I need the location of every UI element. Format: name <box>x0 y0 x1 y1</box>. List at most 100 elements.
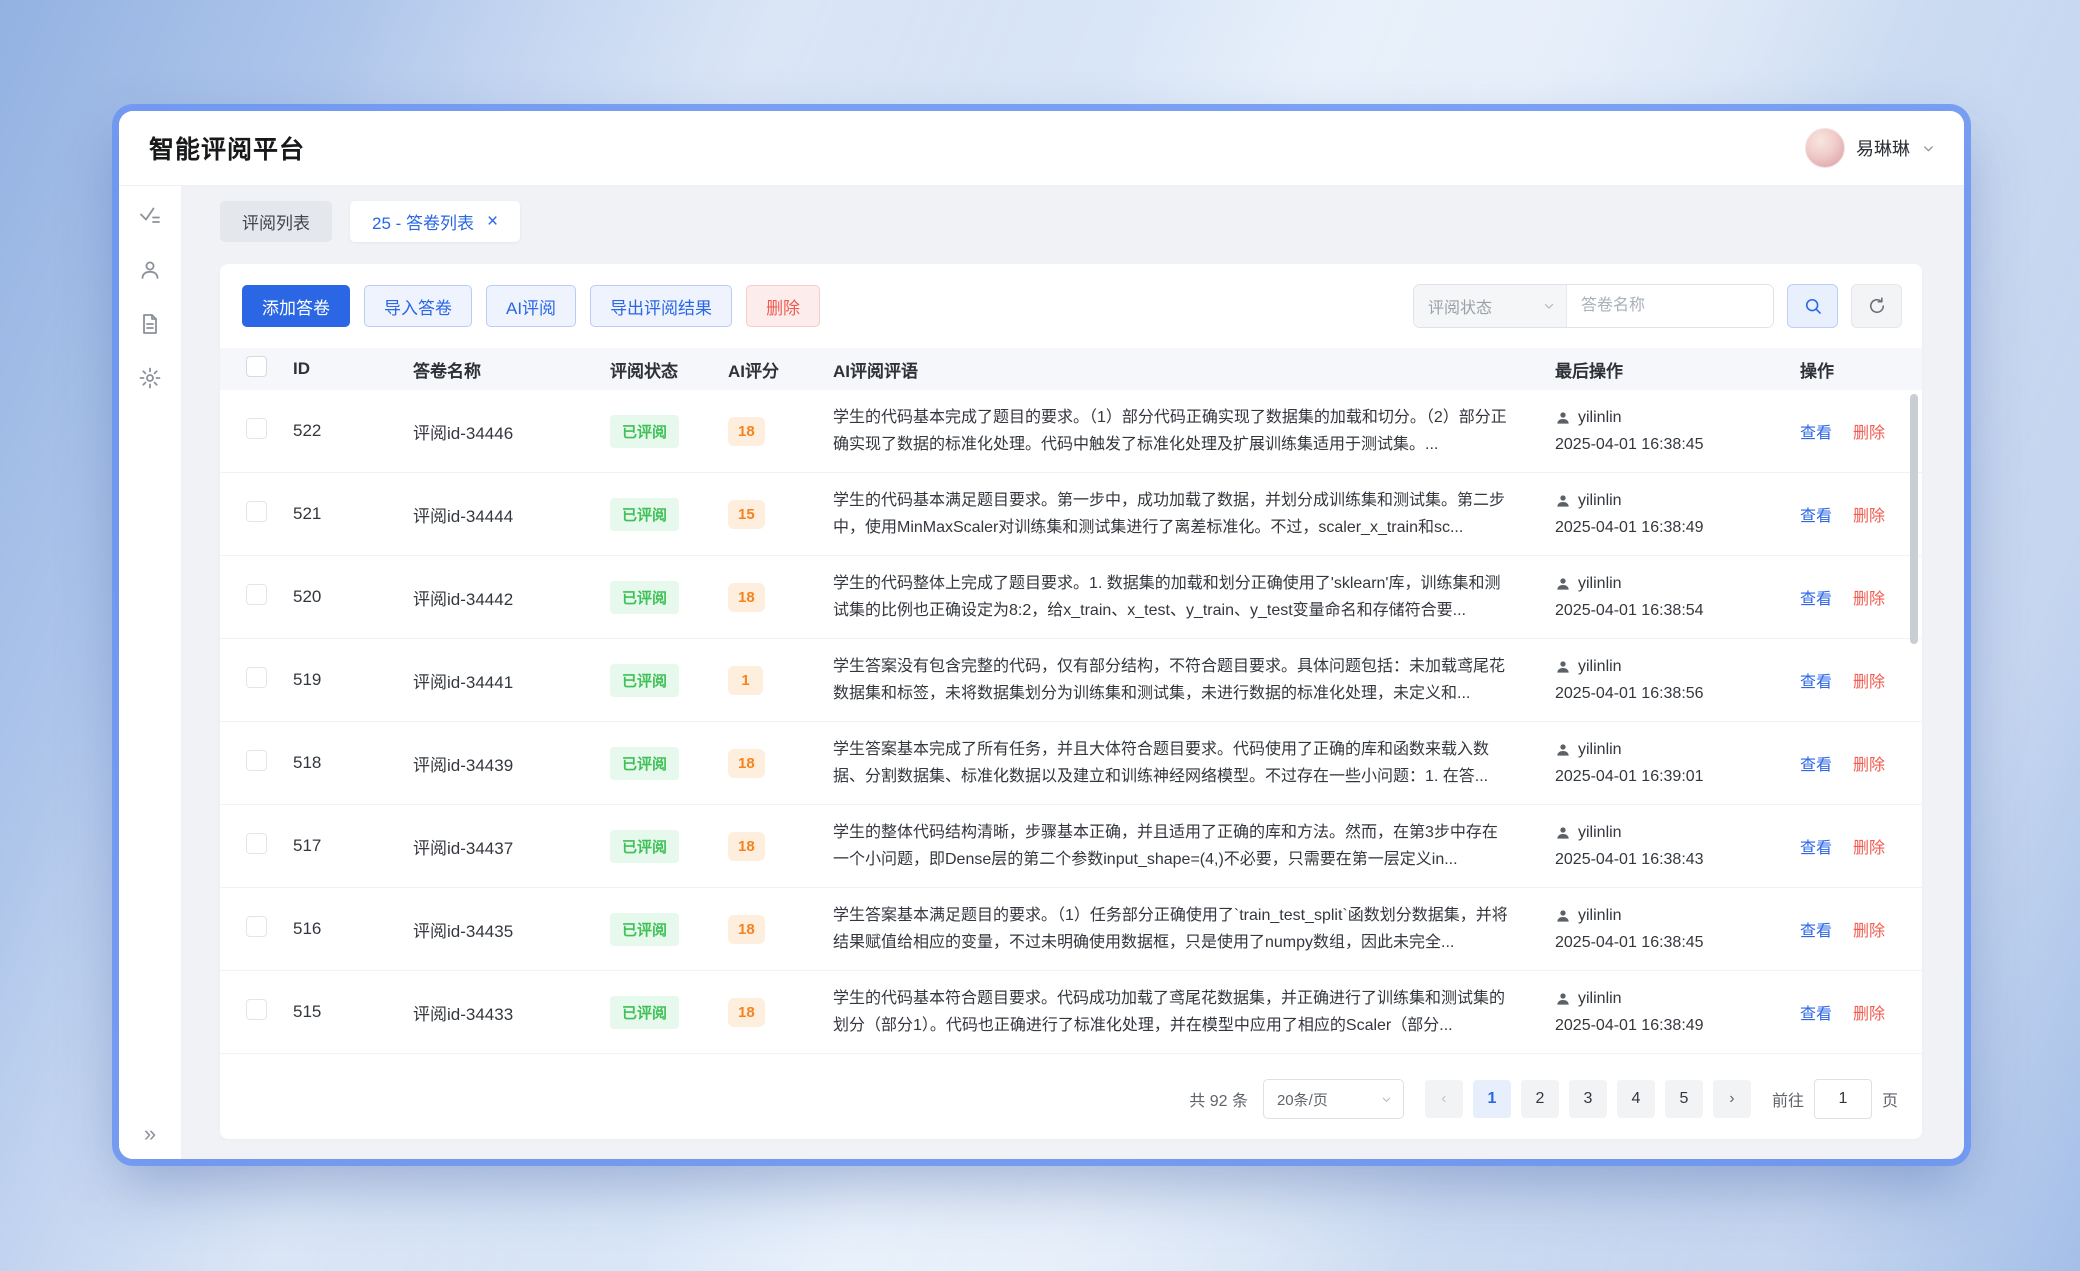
view-link[interactable]: 查看 <box>1800 591 1832 608</box>
delete-link[interactable]: 删除 <box>1853 840 1885 857</box>
row-checkbox[interactable] <box>246 750 267 771</box>
operator: yilinlin <box>1555 404 1792 431</box>
table-scrollbar <box>1910 394 1918 1048</box>
ai-comment: 学生的整体代码结构清晰，步骤基本正确，并且适用了正确的库和方法。然而，在第3步中… <box>833 819 1513 873</box>
page-button-4[interactable]: 4 <box>1617 1080 1655 1118</box>
row-name: 评阅id-34433 <box>413 1005 513 1024</box>
row-id: 516 <box>293 919 321 938</box>
table-row: 516评阅id-34435已评阅18学生答案基本满足题目的要求。（1）任务部分正… <box>220 888 1922 971</box>
next-page-icon[interactable]: › <box>1713 1080 1751 1118</box>
delete-link[interactable]: 删除 <box>1853 923 1885 940</box>
name-search-input[interactable] <box>1567 285 1773 327</box>
review-list-icon[interactable] <box>138 204 162 228</box>
sidebar-icons <box>138 204 162 390</box>
page-size-select[interactable]: 20条/页 <box>1263 1079 1404 1119</box>
row-id: 517 <box>293 836 321 855</box>
user-icon <box>1555 825 1571 841</box>
toolbar-button-1[interactable]: 添加答卷 <box>242 285 350 327</box>
user-name: 易琳琳 <box>1856 135 1910 161</box>
close-icon[interactable]: × <box>487 212 498 231</box>
status-badge: 已评阅 <box>610 913 679 946</box>
tab-1[interactable]: 评阅列表 <box>220 201 332 242</box>
operation-time: 2025-04-01 16:38:43 <box>1555 846 1792 873</box>
view-link[interactable]: 查看 <box>1800 1006 1832 1023</box>
row-checkbox[interactable] <box>246 418 267 439</box>
view-link[interactable]: 查看 <box>1800 840 1832 857</box>
column-header: 最后操作 <box>1547 357 1792 382</box>
toolbar-button-3[interactable]: AI评阅 <box>486 285 576 327</box>
score-badge: 18 <box>728 998 765 1027</box>
operator-name: yilinlin <box>1578 985 1622 1012</box>
search-button[interactable] <box>1787 284 1838 328</box>
row-id: 520 <box>293 587 321 606</box>
row-checkbox[interactable] <box>246 584 267 605</box>
row-checkbox[interactable] <box>246 999 267 1020</box>
row-name: 评阅id-34437 <box>413 839 513 858</box>
toolbar-button-2[interactable]: 导入答卷 <box>364 285 472 327</box>
status-select[interactable]: 评阅状态 <box>1414 285 1567 327</box>
prev-page-icon[interactable]: ‹ <box>1425 1080 1463 1118</box>
delete-link[interactable]: 删除 <box>1853 508 1885 525</box>
page-button-1[interactable]: 1 <box>1473 1080 1511 1118</box>
view-link[interactable]: 查看 <box>1800 923 1832 940</box>
scrollbar-thumb[interactable] <box>1910 394 1918 644</box>
document-icon[interactable] <box>138 312 162 336</box>
select-all-checkbox[interactable] <box>246 356 267 377</box>
user-icon <box>1555 991 1571 1007</box>
row-name: 评阅id-34446 <box>413 424 513 443</box>
delete-link[interactable]: 删除 <box>1853 1006 1885 1023</box>
operation-time: 2025-04-01 16:38:49 <box>1555 1012 1792 1039</box>
user-icon <box>1555 659 1571 675</box>
tab-2[interactable]: 25 - 答卷列表 × <box>350 201 520 242</box>
chevron-double-right-icon[interactable]: » <box>144 1123 156 1145</box>
page-buttons: 12345 <box>1473 1080 1703 1118</box>
tab-label: 25 - 答卷列表 <box>372 209 474 234</box>
toolbar: 添加答卷导入答卷 AI评阅导出评阅结果删除 评阅状态 <box>220 278 1922 348</box>
goto-page-input[interactable] <box>1814 1079 1872 1119</box>
score-badge: 15 <box>728 500 765 529</box>
operation-time: 2025-04-01 16:39:01 <box>1555 763 1792 790</box>
ai-comment: 学生的代码基本满足题目要求。第一步中，成功加载了数据，并划分成训练集和测试集。第… <box>833 487 1513 541</box>
view-link[interactable]: 查看 <box>1800 757 1832 774</box>
ai-comment: 学生的代码基本完成了题目的要求。（1）部分代码正确实现了数据集的加载和切分。（2… <box>833 404 1513 458</box>
chevron-down-icon <box>1542 299 1556 313</box>
filters: 评阅状态 <box>1413 284 1902 328</box>
page-button-5[interactable]: 5 <box>1665 1080 1703 1118</box>
toolbar-button-4[interactable]: 导出评阅结果 <box>590 285 732 327</box>
goto-label: 前往 <box>1772 1087 1804 1111</box>
column-header: 评阅状态 <box>602 357 720 382</box>
view-link[interactable]: 查看 <box>1800 508 1832 525</box>
column-header: AI评分 <box>720 357 825 382</box>
view-link[interactable]: 查看 <box>1800 674 1832 691</box>
operator: yilinlin <box>1555 819 1792 846</box>
delete-link[interactable]: 删除 <box>1853 674 1885 691</box>
status-badge: 已评阅 <box>610 415 679 448</box>
table-body: 522评阅id-34446已评阅18学生的代码基本完成了题目的要求。（1）部分代… <box>220 390 1922 1054</box>
operator-name: yilinlin <box>1578 736 1622 763</box>
operator-name: yilinlin <box>1578 819 1622 846</box>
tab-label: 评阅列表 <box>242 209 310 234</box>
column-header: AI评阅评语 <box>825 357 1547 382</box>
row-checkbox[interactable] <box>246 667 267 688</box>
page-button-3[interactable]: 3 <box>1569 1080 1607 1118</box>
settings-icon[interactable] <box>138 366 162 390</box>
toolbar-button-5[interactable]: 删除 <box>746 285 820 327</box>
operator-name: yilinlin <box>1578 570 1622 597</box>
row-name: 评阅id-34444 <box>413 507 513 526</box>
row-checkbox[interactable] <box>246 501 267 522</box>
content-card: 添加答卷导入答卷AI评阅导出评阅结果删除 评阅状态 <box>220 264 1922 1139</box>
row-checkbox[interactable] <box>246 833 267 854</box>
refresh-button[interactable] <box>1851 284 1902 328</box>
delete-link[interactable]: 删除 <box>1853 591 1885 608</box>
user-icon[interactable] <box>138 258 162 282</box>
user-icon <box>1555 576 1571 592</box>
delete-link[interactable]: 删除 <box>1853 425 1885 442</box>
status-badge: 已评阅 <box>610 996 679 1029</box>
delete-link[interactable]: 删除 <box>1853 757 1885 774</box>
user-menu[interactable]: 易琳琳 <box>1805 128 1936 168</box>
page-button-2[interactable]: 2 <box>1521 1080 1559 1118</box>
row-name: 评阅id-34442 <box>413 590 513 609</box>
row-checkbox[interactable] <box>246 916 267 937</box>
view-link[interactable]: 查看 <box>1800 425 1832 442</box>
column-header: 答卷名称 <box>402 357 602 382</box>
